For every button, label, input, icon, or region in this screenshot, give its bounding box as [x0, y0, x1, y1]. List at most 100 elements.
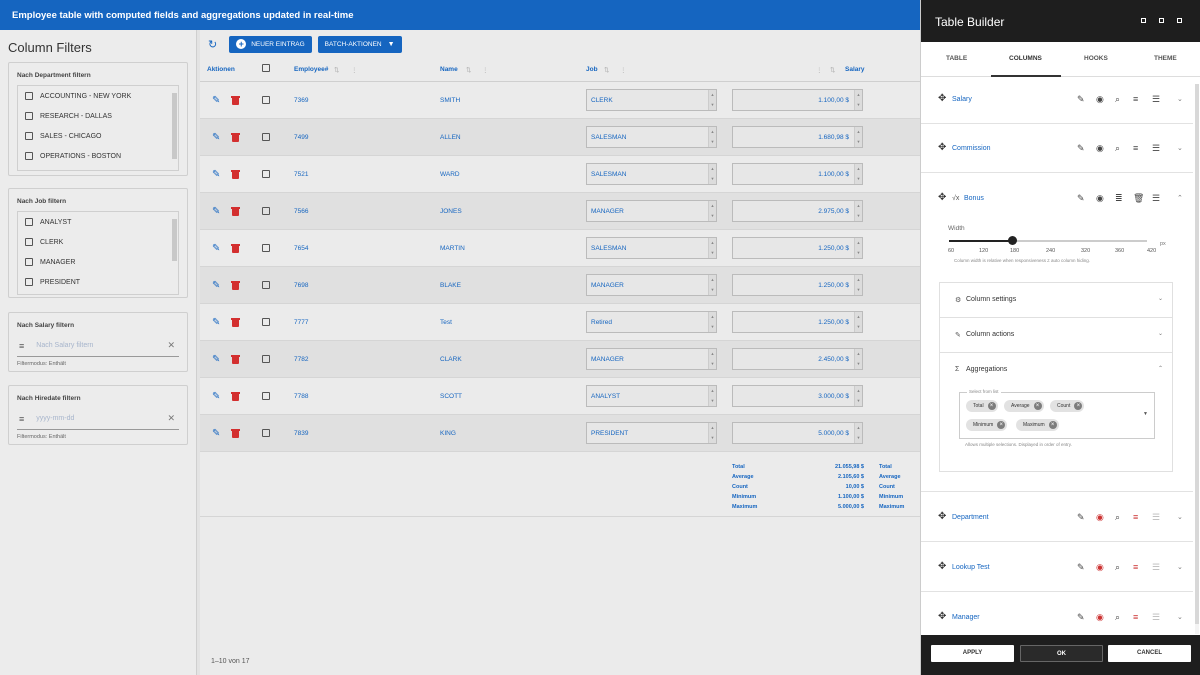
sort-off-icon[interactable]: ≡ [1133, 612, 1138, 622]
job-select[interactable]: MANAGER ▲ ▼ [586, 348, 717, 370]
edit-icon[interactable]: ✎ [1077, 94, 1085, 104]
edit-icon[interactable]: ✎ [1077, 612, 1085, 622]
menu-icon[interactable]: ⋮ [816, 66, 823, 74]
drag-handle-icon[interactable]: ✥ [938, 193, 946, 203]
delete-icon[interactable] [231, 96, 240, 105]
chip-maximum[interactable]: Maximum × [1016, 419, 1059, 431]
edit-icon[interactable]: ✎ [212, 318, 221, 328]
chevron-down-icon[interactable]: ⌄ [1177, 613, 1183, 621]
align-icon[interactable]: ☰ [1152, 143, 1160, 153]
delete-icon[interactable] [231, 281, 240, 290]
department-option[interactable]: SALES - CHICAGO [18, 126, 178, 146]
column-row-department[interactable]: ✥ Department ✎ ◉ ⌕ ≡ ☰ ⌄ [921, 493, 1193, 542]
chip-remove-icon[interactable]: × [1033, 402, 1042, 410]
scrollbar[interactable] [172, 89, 177, 167]
row-checkbox[interactable] [262, 355, 270, 363]
checkbox[interactable] [25, 92, 33, 100]
department-option[interactable]: ACCOUNTING - NEW YORK [18, 86, 178, 106]
delete-icon[interactable]: 🗑 [1133, 193, 1144, 203]
spinner-icon[interactable]: ▲ ▼ [854, 127, 862, 147]
chevron-down-icon[interactable]: ⌄ [1177, 563, 1183, 571]
drag-handle-icon[interactable]: ✥ [938, 562, 946, 572]
hiredate-filter-input[interactable]: ≡ yyyy-mm-dd ✕ [17, 408, 179, 430]
chevron-up-icon[interactable]: ⌃ [1177, 194, 1183, 202]
visibility-off-icon[interactable]: ◉ [1096, 612, 1104, 622]
row-checkbox[interactable] [262, 96, 270, 104]
salary-input[interactable]: 2.450,00 $ ▲ ▼ [732, 348, 863, 370]
chevron-down-icon[interactable]: ⌄ [1177, 95, 1183, 103]
job-select[interactable]: SALESMAN ▲ ▼ [586, 126, 717, 148]
chip-remove-icon[interactable]: × [1074, 402, 1083, 410]
column-settings-section[interactable]: ⚙ Column settings ⌄ [939, 282, 1173, 318]
edit-icon[interactable]: ✎ [212, 96, 221, 106]
edit-icon[interactable]: ✎ [212, 133, 221, 143]
job-select[interactable]: CLERK ▲ ▼ [586, 89, 717, 111]
spinner-icon[interactable]: ▲ ▼ [708, 275, 716, 295]
chip-remove-icon[interactable]: × [997, 421, 1006, 429]
spinner-icon[interactable]: ▲ ▼ [854, 201, 862, 221]
edit-icon[interactable]: ✎ [1077, 193, 1085, 203]
chevron-down-icon[interactable]: ⌄ [1177, 144, 1183, 152]
maximize-icon[interactable] [1159, 18, 1164, 23]
column-row-lookup[interactable]: ✥ Lookup Test ✎ ◉ ⌕ ≡ ☰ ⌄ [921, 543, 1193, 592]
chip-remove-icon[interactable]: × [1048, 421, 1057, 429]
salary-input[interactable]: 1.250,00 $ ▲ ▼ [732, 274, 863, 296]
visibility-off-icon[interactable]: ◉ [1096, 562, 1104, 572]
job-select[interactable]: ANALYST ▲ ▼ [586, 385, 717, 407]
tab-hooks[interactable]: HOOKS [1084, 55, 1108, 62]
delete-icon[interactable] [231, 170, 240, 179]
spinner-icon[interactable]: ▲ ▼ [854, 349, 862, 369]
salary-input[interactable]: 1.100,00 $ ▲ ▼ [732, 89, 863, 111]
checkbox[interactable] [25, 258, 33, 266]
column-row-salary[interactable]: ✥ Salary ✎ ◉ ⌕ ≡ ☰ ⌄ [921, 75, 1193, 124]
header-salary[interactable]: Salary [845, 66, 865, 73]
edit-icon[interactable]: ✎ [212, 207, 221, 217]
clear-icon[interactable]: ✕ [167, 413, 175, 424]
edit-icon[interactable]: ✎ [212, 429, 221, 439]
row-checkbox[interactable] [262, 281, 270, 289]
chevron-up-icon[interactable]: ⌃ [1158, 365, 1163, 372]
job-select[interactable]: Retired ▲ ▼ [586, 311, 717, 333]
spinner-icon[interactable]: ▲ ▼ [708, 312, 716, 332]
align-icon[interactable]: ☰ [1152, 94, 1160, 104]
spinner-icon[interactable]: ▲ ▼ [854, 238, 862, 258]
scrollbar-thumb[interactable] [1195, 84, 1199, 624]
delete-icon[interactable] [231, 207, 240, 216]
spinner-icon[interactable]: ▲ ▼ [854, 90, 862, 110]
row-checkbox[interactable] [262, 133, 270, 141]
edit-icon[interactable]: ✎ [212, 170, 221, 180]
menu-icon[interactable]: ⋮ [620, 66, 627, 74]
drag-handle-icon[interactable]: ✥ [938, 143, 946, 153]
job-select[interactable]: MANAGER ▲ ▼ [586, 200, 717, 222]
select-all-checkbox[interactable] [262, 64, 270, 72]
header-name[interactable]: Name [440, 66, 458, 73]
chevron-down-icon[interactable]: ⌄ [1158, 295, 1163, 302]
sort-icon[interactable]: ⇅ [466, 66, 471, 74]
visibility-icon[interactable]: ◉ [1096, 193, 1104, 203]
drag-handle-icon[interactable]: ✥ [938, 94, 946, 104]
spinner-icon[interactable]: ▲ ▼ [708, 238, 716, 258]
row-checkbox[interactable] [262, 392, 270, 400]
align-icon[interactable]: ☰ [1152, 612, 1160, 622]
sort-icon[interactable]: ⇅ [334, 66, 339, 74]
checkbox[interactable] [25, 152, 33, 160]
salary-input[interactable]: 1.250,00 $ ▲ ▼ [732, 237, 863, 259]
search-icon[interactable]: ⌕ [1115, 562, 1120, 572]
batch-actions-button[interactable]: BATCH-AKTIONEN ▼ [317, 35, 402, 53]
spinner-icon[interactable]: ▲ ▼ [708, 127, 716, 147]
row-checkbox[interactable] [262, 318, 270, 326]
edit-icon[interactable]: ✎ [1077, 512, 1085, 522]
delete-icon[interactable] [231, 429, 240, 438]
spinner-icon[interactable]: ▲ ▼ [854, 386, 862, 406]
checkbox[interactable] [25, 112, 33, 120]
salary-filter-input[interactable]: ≡ Nach Salary filtern ✕ [17, 335, 179, 357]
sort-icon[interactable]: ⇅ [604, 66, 609, 74]
job-option[interactable]: PRESIDENT [18, 272, 178, 292]
visibility-icon[interactable]: ◉ [1096, 143, 1104, 153]
sort-off-icon[interactable]: ≡ [1133, 512, 1138, 522]
delete-icon[interactable] [231, 355, 240, 364]
sort-off-icon[interactable]: ≡ [1133, 562, 1138, 572]
caret-down-icon[interactable]: ▼ [1143, 411, 1148, 417]
tab-columns[interactable]: COLUMNS [1009, 55, 1042, 62]
visibility-off-icon[interactable]: ◉ [1096, 512, 1104, 522]
